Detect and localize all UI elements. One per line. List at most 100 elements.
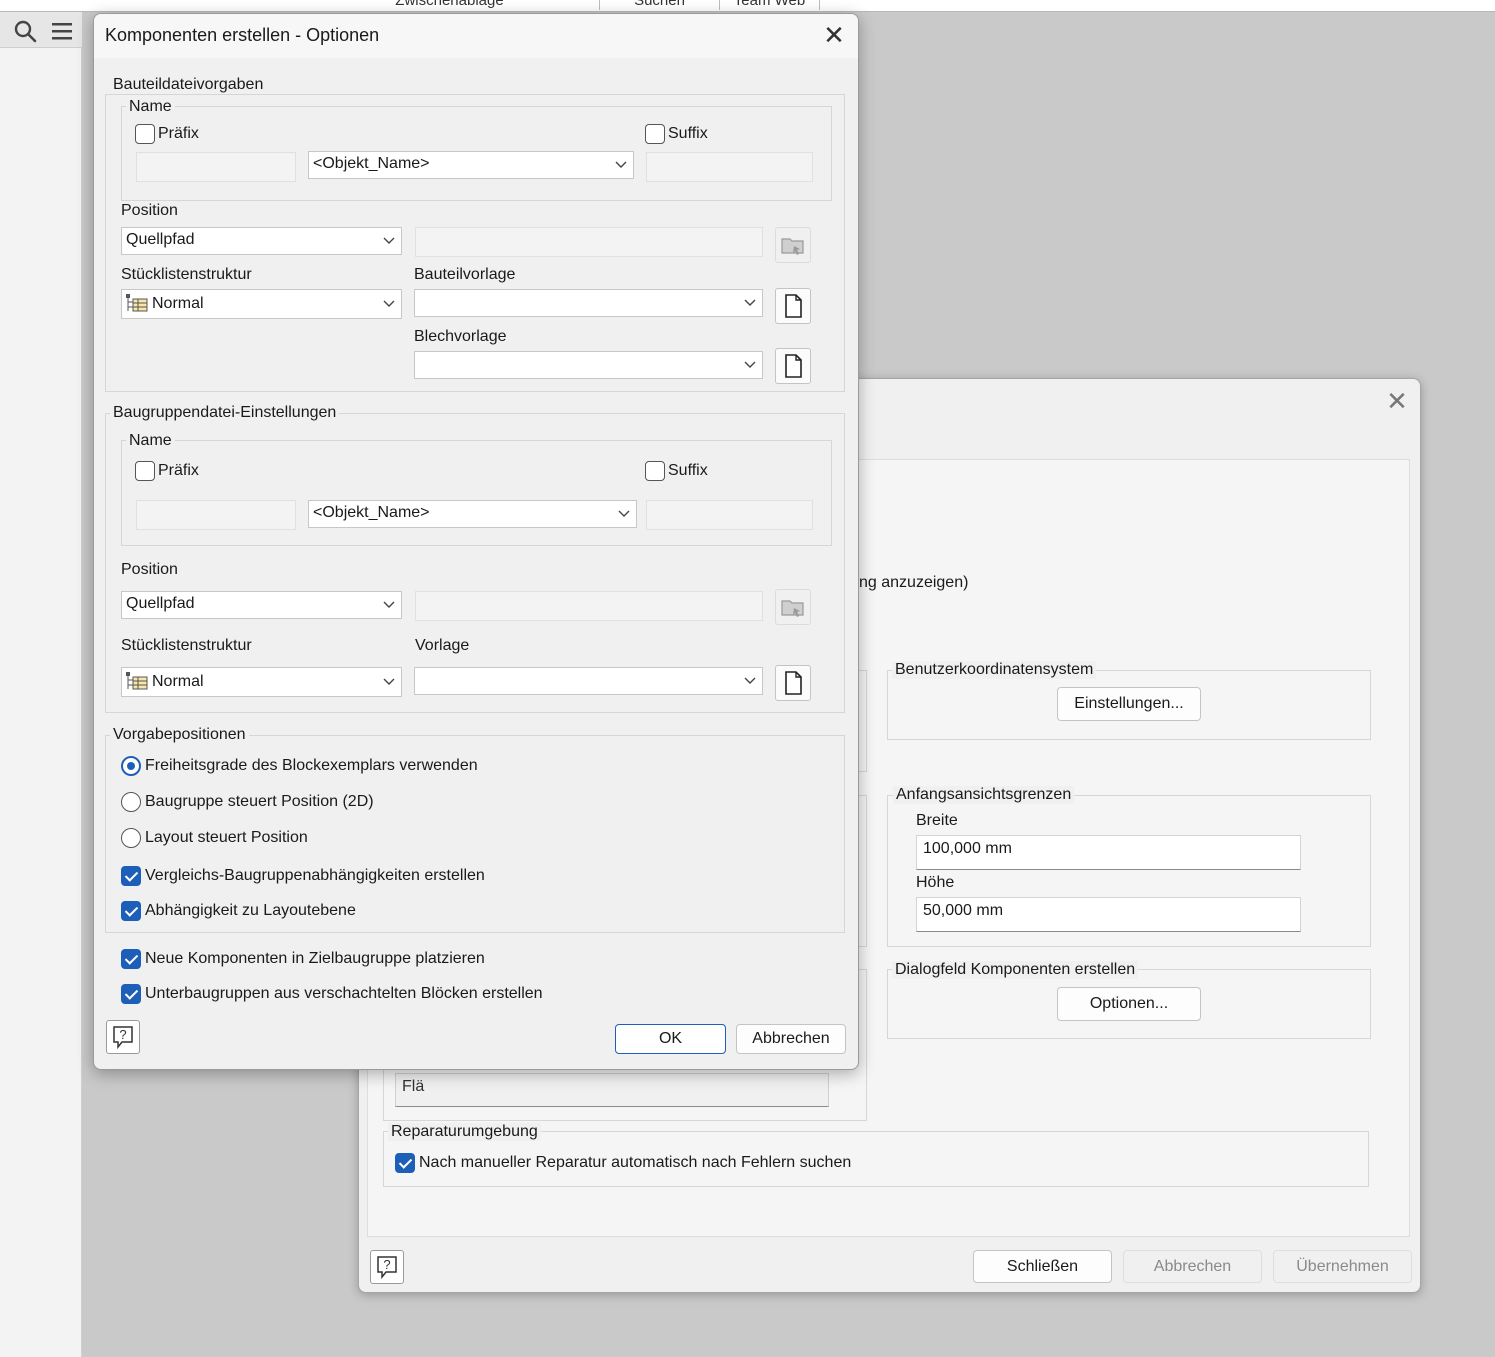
close-icon[interactable]: ✕	[814, 15, 854, 55]
help-icon[interactable]: ?	[106, 1020, 140, 1054]
chevron-down-icon	[744, 361, 756, 368]
ribbon-strip: Zwischenablage Suchen Team Web	[0, 0, 1495, 12]
radio-layout-controls[interactable]	[121, 828, 141, 848]
assembly-suffix-checkbox[interactable]	[645, 461, 665, 481]
assembly-template-label: Vorlage	[415, 637, 470, 654]
part-prefix-input[interactable]	[136, 152, 296, 182]
ribbon-tab-team-web[interactable]: Team Web	[720, 0, 820, 10]
part-suffix-label: Suffix	[668, 125, 708, 142]
layout-plane-constraint-checkbox[interactable]	[121, 901, 141, 921]
derived-constraints-checkbox[interactable]	[121, 866, 141, 886]
ucs-group-label: Benutzerkoordinatensystem	[892, 661, 1097, 679]
height-input[interactable]: 50,000 mm	[916, 897, 1301, 932]
back-cancel-button[interactable]: Abbrechen	[1123, 1250, 1262, 1283]
svg-text:?: ?	[119, 1027, 126, 1042]
apply-button[interactable]: Übernehmen	[1273, 1250, 1412, 1283]
part-position-label: Position	[121, 202, 178, 219]
part-bom-label: Stücklistenstruktur	[121, 266, 252, 283]
part-prefix-checkbox[interactable]	[135, 124, 155, 144]
assembly-template-combo[interactable]	[414, 667, 763, 695]
chevron-down-icon	[744, 677, 756, 684]
sheetmetal-template-combo[interactable]	[414, 351, 763, 379]
auto-error-check-label: Nach manueller Reparatur automatisch nac…	[419, 1154, 852, 1171]
part-bom-value: Normal	[152, 295, 204, 312]
assembly-position-combo[interactable]: Quellpfad	[121, 591, 402, 619]
chevron-down-icon	[744, 299, 756, 306]
new-document-icon[interactable]	[775, 288, 811, 324]
nested-subassemblies-label: Unterbaugruppen aus verschachtelten Blöc…	[145, 985, 543, 1002]
new-document-icon[interactable]	[775, 348, 811, 384]
part-path-input[interactable]	[415, 227, 763, 257]
browser-toolbar	[0, 12, 82, 48]
nested-subassemblies-checkbox[interactable]	[121, 984, 141, 1004]
part-name-label: Name	[126, 98, 175, 116]
close-icon[interactable]: ✕	[1377, 381, 1417, 421]
assembly-settings-label: Baugruppendatei-Einstellungen	[110, 404, 340, 422]
assembly-name-combo[interactable]: <Objekt_Name>	[308, 500, 637, 528]
assembly-suffix-label: Suffix	[668, 462, 708, 479]
create-components-options-dialog: Komponenten erstellen - Optionen ✕ Baute…	[93, 13, 859, 1070]
layout-plane-constraint-label: Abhängigkeit zu Layoutebene	[145, 902, 356, 919]
radio-layout-controls-label: Layout steuert Position	[145, 829, 308, 846]
assembly-position-value: Quellpfad	[126, 595, 195, 612]
bom-structure-icon	[126, 672, 148, 690]
partial-field[interactable]: Flä	[395, 1073, 829, 1107]
radio-block-dof-label: Freiheitsgrade des Blockexemplars verwen…	[145, 757, 478, 774]
assembly-position-label: Position	[121, 561, 178, 578]
close-button[interactable]: Schließen	[973, 1250, 1112, 1283]
folder-browse-icon[interactable]	[775, 589, 811, 625]
help-icon[interactable]: ?	[370, 1250, 404, 1284]
create-components-label: Dialogfeld Komponenten erstellen	[892, 961, 1139, 979]
assembly-prefix-label: Präfix	[158, 462, 199, 479]
part-position-value: Quellpfad	[126, 231, 195, 248]
search-icon[interactable]	[12, 18, 38, 44]
place-in-target-checkbox[interactable]	[121, 949, 141, 969]
cancel-button[interactable]: Abbrechen	[736, 1024, 846, 1054]
ucs-settings-button[interactable]: Einstellungen...	[1057, 687, 1201, 721]
part-suffix-checkbox[interactable]	[645, 124, 665, 144]
chevron-down-icon	[383, 300, 395, 307]
place-in-target-label: Neue Komponenten in Zielbaugruppe platzi…	[145, 950, 485, 967]
part-template-combo[interactable]	[414, 289, 763, 317]
assembly-bom-value: Normal	[152, 673, 204, 690]
assembly-bom-combo[interactable]: Normal	[121, 667, 402, 697]
assembly-name-combo-value: <Objekt_Name>	[313, 504, 430, 521]
assembly-name-label: Name	[126, 432, 175, 450]
part-suffix-input[interactable]	[646, 152, 813, 182]
ribbon-tab-clipboard[interactable]: Zwischenablage	[300, 0, 600, 10]
ok-button[interactable]: OK	[615, 1024, 726, 1054]
default-positions-label: Vorgabepositionen	[110, 726, 249, 744]
new-document-icon[interactable]	[775, 665, 811, 701]
part-prefix-label: Präfix	[158, 125, 199, 142]
hamburger-menu-icon[interactable]	[50, 18, 74, 44]
repair-environment-label: Reparaturumgebung	[388, 1123, 541, 1141]
part-name-combo[interactable]: <Objekt_Name>	[308, 151, 634, 179]
auto-error-check-checkbox[interactable]	[395, 1153, 415, 1173]
assembly-suffix-input[interactable]	[646, 500, 813, 530]
assembly-path-input[interactable]	[415, 591, 763, 621]
create-components-options-button[interactable]: Optionen...	[1057, 987, 1201, 1021]
view-limits-label: Anfangsansichtsgrenzen	[893, 786, 1075, 804]
width-label: Breite	[916, 812, 958, 829]
folder-browse-icon[interactable]	[775, 227, 811, 263]
dialog-title: Komponenten erstellen - Optionen	[105, 25, 380, 45]
assembly-bom-label: Stücklistenstruktur	[121, 637, 252, 654]
chevron-down-icon	[383, 678, 395, 685]
radio-block-dof[interactable]	[121, 756, 141, 776]
part-name-combo-value: <Objekt_Name>	[313, 155, 430, 172]
bom-structure-icon	[126, 294, 148, 312]
browser-panel	[0, 12, 82, 1357]
part-template-label: Bauteilvorlage	[414, 266, 516, 283]
assembly-prefix-input[interactable]	[136, 500, 296, 530]
assembly-name-group	[121, 440, 832, 546]
chevron-down-icon	[618, 510, 630, 517]
partial-option-text: ng anzuzeigen)	[859, 574, 969, 591]
radio-assembly-controls[interactable]	[121, 792, 141, 812]
sheetmetal-template-label: Blechvorlage	[414, 328, 507, 345]
part-bom-combo[interactable]: Normal	[121, 289, 402, 319]
width-input[interactable]: 100,000 mm	[916, 835, 1301, 870]
ribbon-tab-search[interactable]: Suchen	[600, 0, 720, 10]
radio-assembly-controls-label: Baugruppe steuert Position (2D)	[145, 793, 374, 810]
part-position-combo[interactable]: Quellpfad	[121, 227, 402, 255]
assembly-prefix-checkbox[interactable]	[135, 461, 155, 481]
